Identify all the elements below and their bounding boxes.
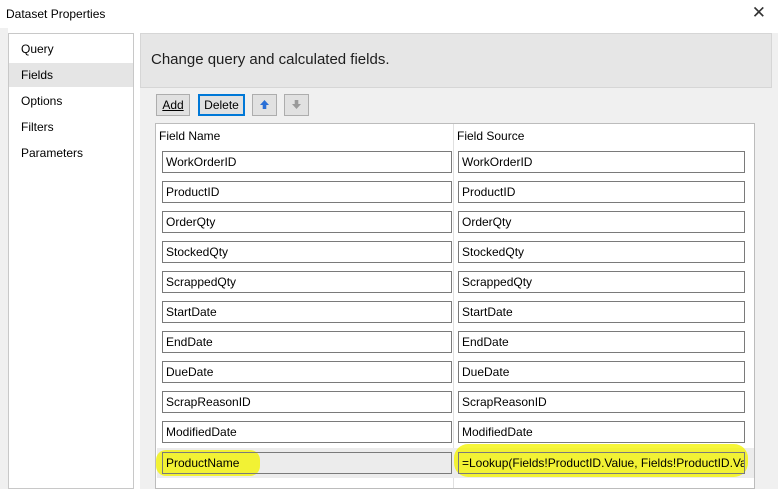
add-button[interactable]: Add: [156, 94, 190, 116]
field-source-input[interactable]: StockedQty: [458, 241, 745, 263]
move-down-button: [284, 94, 309, 116]
window-title: Dataset Properties: [6, 7, 106, 21]
field-name-input[interactable]: ScrappedQty: [162, 271, 452, 293]
field-source-input[interactable]: OrderQty: [458, 211, 745, 233]
delete-button[interactable]: Delete: [198, 94, 245, 116]
sidebar-item-parameters[interactable]: Parameters: [9, 141, 133, 165]
column-header-field-name: Field Name: [159, 129, 221, 143]
title-bar: Dataset Properties ✕: [0, 0, 778, 28]
field-name-input[interactable]: ModifiedDate: [162, 421, 452, 443]
column-header-field-source: Field Source: [457, 129, 525, 143]
main-panel: Change query and calculated fields. Add …: [140, 33, 778, 489]
sidebar-item-options[interactable]: Options: [9, 89, 133, 113]
field-name-input[interactable]: StockedQty: [162, 241, 452, 263]
field-name-input[interactable]: ProductID: [162, 181, 452, 203]
field-source-input[interactable]: ScrapReasonID: [458, 391, 745, 413]
close-icon[interactable]: ✕: [752, 3, 766, 23]
field-name-input[interactable]: ScrapReasonID: [162, 391, 452, 413]
field-name-input[interactable]: DueDate: [162, 361, 452, 383]
move-up-button[interactable]: [252, 94, 277, 116]
field-source-input[interactable]: ScrappedQty: [458, 271, 745, 293]
page-title: Change query and calculated fields.: [151, 51, 390, 68]
field-name-input[interactable]: ProductName: [162, 452, 452, 474]
sidebar: Query Fields Options Filters Parameters: [8, 33, 134, 489]
add-button-label: Add: [162, 98, 184, 112]
field-source-input[interactable]: ModifiedDate: [458, 421, 745, 443]
sidebar-item-query[interactable]: Query: [9, 37, 133, 61]
field-source-input[interactable]: StartDate: [458, 301, 745, 323]
sidebar-item-fields[interactable]: Fields: [9, 63, 133, 87]
field-name-input[interactable]: StartDate: [162, 301, 452, 323]
field-source-input[interactable]: WorkOrderID: [458, 151, 745, 173]
field-source-input[interactable]: EndDate: [458, 331, 745, 353]
arrow-down-icon: [292, 100, 301, 109]
sidebar-item-filters[interactable]: Filters: [9, 115, 133, 139]
delete-button-label: Delete: [204, 98, 239, 112]
field-source-input[interactable]: =Lookup(Fields!ProductID.Value, Fields!P…: [458, 452, 745, 474]
arrow-up-icon: [260, 100, 269, 109]
field-name-input[interactable]: WorkOrderID: [162, 151, 452, 173]
fields-grid: Field Name Field Source WorkOrderID Work…: [155, 123, 755, 489]
field-source-input[interactable]: ProductID: [458, 181, 745, 203]
column-divider: [453, 124, 454, 488]
page-header: Change query and calculated fields.: [140, 33, 772, 88]
field-source-input[interactable]: DueDate: [458, 361, 745, 383]
background-strip: [0, 28, 8, 489]
field-name-input[interactable]: OrderQty: [162, 211, 452, 233]
field-name-input[interactable]: EndDate: [162, 331, 452, 353]
